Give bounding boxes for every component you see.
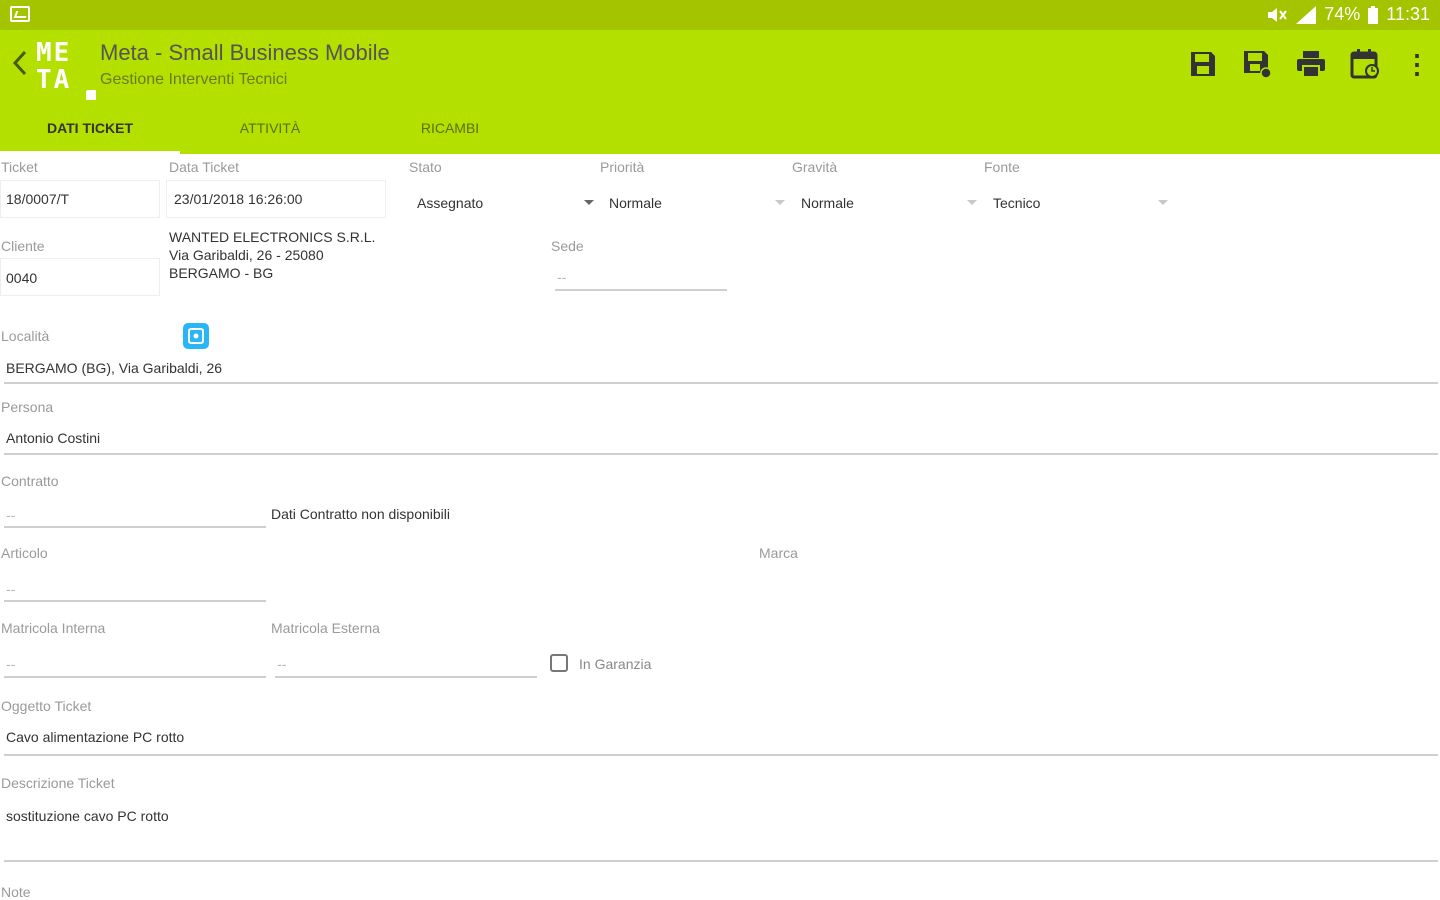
in-garanzia-checkbox[interactable] [550,654,568,672]
sede-underline [555,289,727,291]
contratto-input[interactable]: -- [6,507,15,523]
contratto-underline [4,526,266,528]
app-title: Meta - Small Business Mobile [100,40,390,65]
map-pin-icon [188,328,204,344]
priorita-label: Priorità [600,159,645,175]
print-button[interactable] [1296,48,1326,80]
cliente-label: Cliente [1,238,45,254]
stato-label: Stato [409,159,442,175]
descrizione-label: Descrizione Ticket [1,775,115,791]
localita-value[interactable]: BERGAMO (BG), Via Garibaldi, 26 [6,360,222,376]
fonte-dropdown-icon[interactable] [1158,200,1168,205]
fonte-label: Fonte [984,159,1020,175]
clock: 11:31 [1386,4,1430,24]
gallery-notification-icon [10,6,30,22]
tab-bar: DATI TICKET ATTIVITÀ RICAMBI [0,102,1440,154]
tab-attivita[interactable]: ATTIVITÀ [180,102,360,154]
logo-text-bottom: TA [36,65,72,95]
oggetto-label: Oggetto Ticket [1,698,92,714]
persona-label: Persona [1,399,54,415]
localita-underline [4,382,1438,384]
matricola-esterna-underline [275,676,537,678]
gravita-select[interactable]: Normale [801,195,854,211]
tab-dati-ticket[interactable]: DATI TICKET [0,102,180,154]
persona-underline [4,453,1438,455]
status-bar: 74% 11:31 [0,0,1440,30]
cliente-code: 0040 [6,270,38,286]
toolbar-actions: ⋮ [1188,48,1430,80]
descrizione-underline [4,860,1438,862]
priorita-select[interactable]: Normale [609,195,662,211]
back-arrow-icon [12,50,27,76]
save-button[interactable] [1188,48,1218,80]
logo-corner [86,90,96,100]
mute-icon [1268,7,1288,22]
logo-text-top: ME [36,38,72,68]
save-as-button[interactable] [1242,48,1272,80]
calendar-button[interactable] [1350,48,1380,80]
gravita-label: Gravità [792,159,838,175]
back-button[interactable] [12,50,28,82]
matricola-interna-label: Matricola Interna [1,620,106,636]
matricola-esterna-label: Matricola Esterna [271,620,380,636]
app-logo: ME TA [36,38,96,100]
ticket-label: Ticket [1,159,38,175]
data-ticket-label: Data Ticket [169,159,240,175]
print-icon [1297,51,1325,78]
more-options-icon[interactable]: ⋮ [1404,49,1430,80]
articolo-label: Articolo [1,545,48,561]
contratto-info: Dati Contratto non disponibili [271,506,450,522]
in-garanzia-label[interactable]: In Garanzia [579,656,651,672]
oggetto-underline [4,754,1438,756]
cliente-name: WANTED ELECTRONICS S.R.L. [169,229,376,245]
battery-level: 74% [1324,4,1361,24]
signal-icon [1296,5,1317,24]
sede-label: Sede [551,238,584,254]
cliente-city: BERGAMO - BG [169,265,274,281]
app-subtitle: Gestione Interventi Tecnici [100,71,288,88]
matricola-interna-input[interactable]: -- [6,656,15,672]
persona-value[interactable]: Antonio Costini [6,430,100,446]
oggetto-value[interactable]: Cavo alimentazione PC rotto [6,729,184,745]
map-button[interactable] [183,323,209,349]
tab-ricambi[interactable]: RICAMBI [360,102,540,154]
matricola-interna-underline [4,676,266,678]
localita-label: Località [1,328,50,344]
gravita-dropdown-icon[interactable] [967,200,977,205]
calendar-icon [1350,49,1379,79]
status-indicators: 74% 11:31 [1266,4,1430,25]
save-icon [1191,52,1215,76]
articolo-input[interactable]: -- [6,581,15,597]
articolo-underline [4,600,266,602]
battery-icon [1368,5,1379,24]
contratto-label: Contratto [1,473,59,489]
matricola-esterna-input[interactable]: -- [277,656,286,672]
ticket-value: 18/0007/T [6,191,70,207]
app-bar: ME TA Meta - Small Business Mobile Gesti… [0,30,1440,102]
data-ticket-value: 23/01/2018 16:26:00 [174,191,303,207]
fonte-select[interactable]: Tecnico [993,195,1040,211]
cliente-address: Via Garibaldi, 26 - 25080 [169,247,324,263]
priorita-dropdown-icon[interactable] [775,200,785,205]
save-as-icon [1244,51,1272,79]
stato-dropdown-icon[interactable] [584,200,594,205]
stato-select[interactable]: Assegnato [417,195,483,211]
marca-label: Marca [759,545,798,561]
note-label: Note [1,884,31,900]
descrizione-value[interactable]: sostituzione cavo PC rotto [6,808,169,824]
sede-input[interactable]: -- [557,269,566,285]
